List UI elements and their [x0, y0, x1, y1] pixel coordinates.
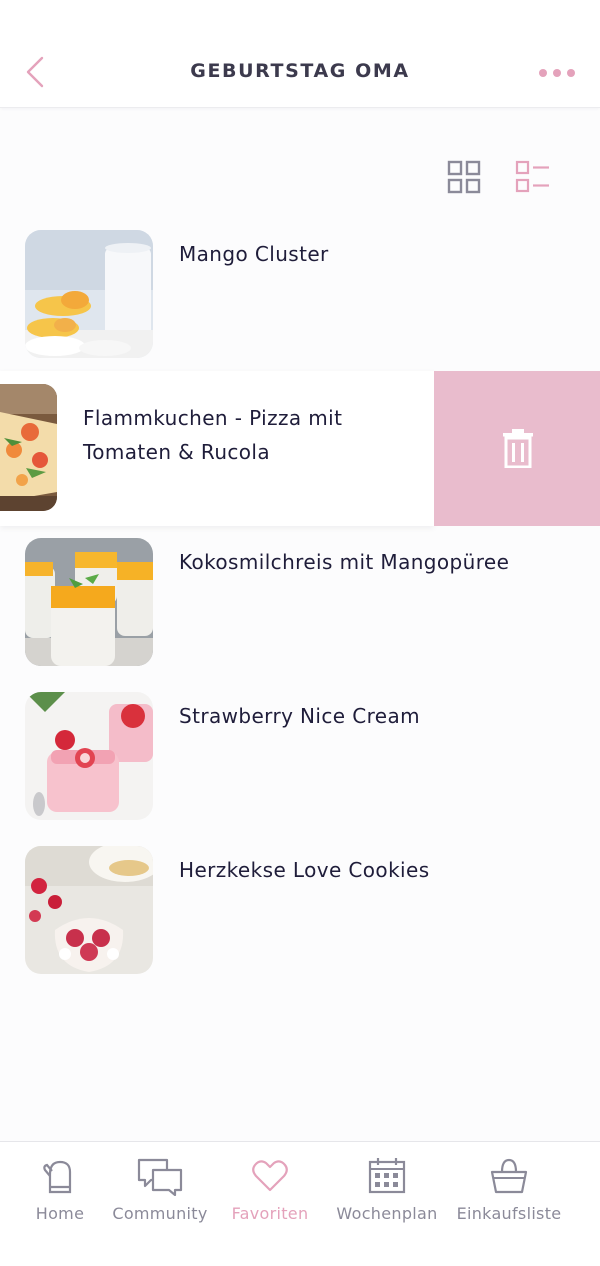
- recipe-title-line-1: Flammkuchen - Pizza mit: [83, 406, 343, 430]
- list-view-icon: [515, 160, 549, 193]
- tab-community[interactable]: Community: [110, 1156, 210, 1236]
- recipe-title: Flammkuchen - Pizza mit Tomaten & Rucola: [83, 401, 423, 469]
- top-app-bar: GEBURTSTAG OMA: [0, 0, 600, 108]
- grid-view-toggle[interactable]: [445, 158, 483, 196]
- heart-icon: [252, 1160, 288, 1192]
- recipe-thumbnail: [25, 692, 153, 820]
- recipe-thumbnail: [25, 846, 153, 974]
- grid-view-icon: [447, 160, 481, 194]
- bottom-tab-bar: Home Community Favoriten Wochenplan Eink…: [0, 1141, 600, 1266]
- chat-bubbles-icon: [137, 1158, 183, 1196]
- more-dots-icon: [539, 69, 575, 77]
- recipe-row[interactable]: Mango Cluster: [0, 230, 600, 362]
- page-title: GEBURTSTAG OMA: [190, 60, 410, 82]
- tab-label: Home: [35, 1204, 85, 1223]
- tab-label: Einkaufsliste: [456, 1204, 562, 1223]
- recipe-title: Kokosmilchreis mit Mangopüree: [179, 550, 510, 574]
- recipe-row[interactable]: Herzkekse Love Cookies: [0, 846, 600, 978]
- recipe-thumbnail: [25, 230, 153, 358]
- tab-wochenplan[interactable]: Wochenplan: [333, 1156, 441, 1236]
- basket-icon: [490, 1158, 528, 1194]
- more-options-button[interactable]: [538, 64, 578, 82]
- tab-label: Favoriten: [231, 1204, 309, 1223]
- recipe-row-swiped[interactable]: Flammkuchen - Pizza mit Tomaten & Rucola: [0, 371, 600, 526]
- trash-icon: [503, 429, 533, 468]
- recipe-title: Strawberry Nice Cream: [179, 704, 421, 728]
- tab-home[interactable]: Home: [24, 1156, 96, 1236]
- oven-mitt-icon: [43, 1160, 72, 1194]
- tab-favoriten[interactable]: Favoriten: [225, 1156, 315, 1236]
- recipe-row[interactable]: Kokosmilchreis mit Mangopüree: [0, 538, 600, 670]
- calendar-icon: [368, 1158, 406, 1194]
- recipe-title: Mango Cluster: [179, 242, 329, 266]
- recipe-title-line-2: Tomaten & Rucola: [83, 440, 271, 464]
- recipe-title: Herzkekse Love Cookies: [179, 858, 430, 882]
- tab-label: Community: [112, 1204, 208, 1223]
- recipe-thumbnail: [0, 384, 57, 511]
- tab-label: Wochenplan: [336, 1204, 438, 1223]
- recipe-row[interactable]: Strawberry Nice Cream: [0, 692, 600, 824]
- recipe-card[interactable]: Flammkuchen - Pizza mit Tomaten & Rucola: [0, 371, 434, 526]
- tab-einkaufsliste[interactable]: Einkaufsliste: [455, 1156, 563, 1236]
- delete-button[interactable]: [434, 371, 600, 526]
- recipe-thumbnail: [25, 538, 153, 666]
- list-view-toggle[interactable]: [513, 158, 551, 196]
